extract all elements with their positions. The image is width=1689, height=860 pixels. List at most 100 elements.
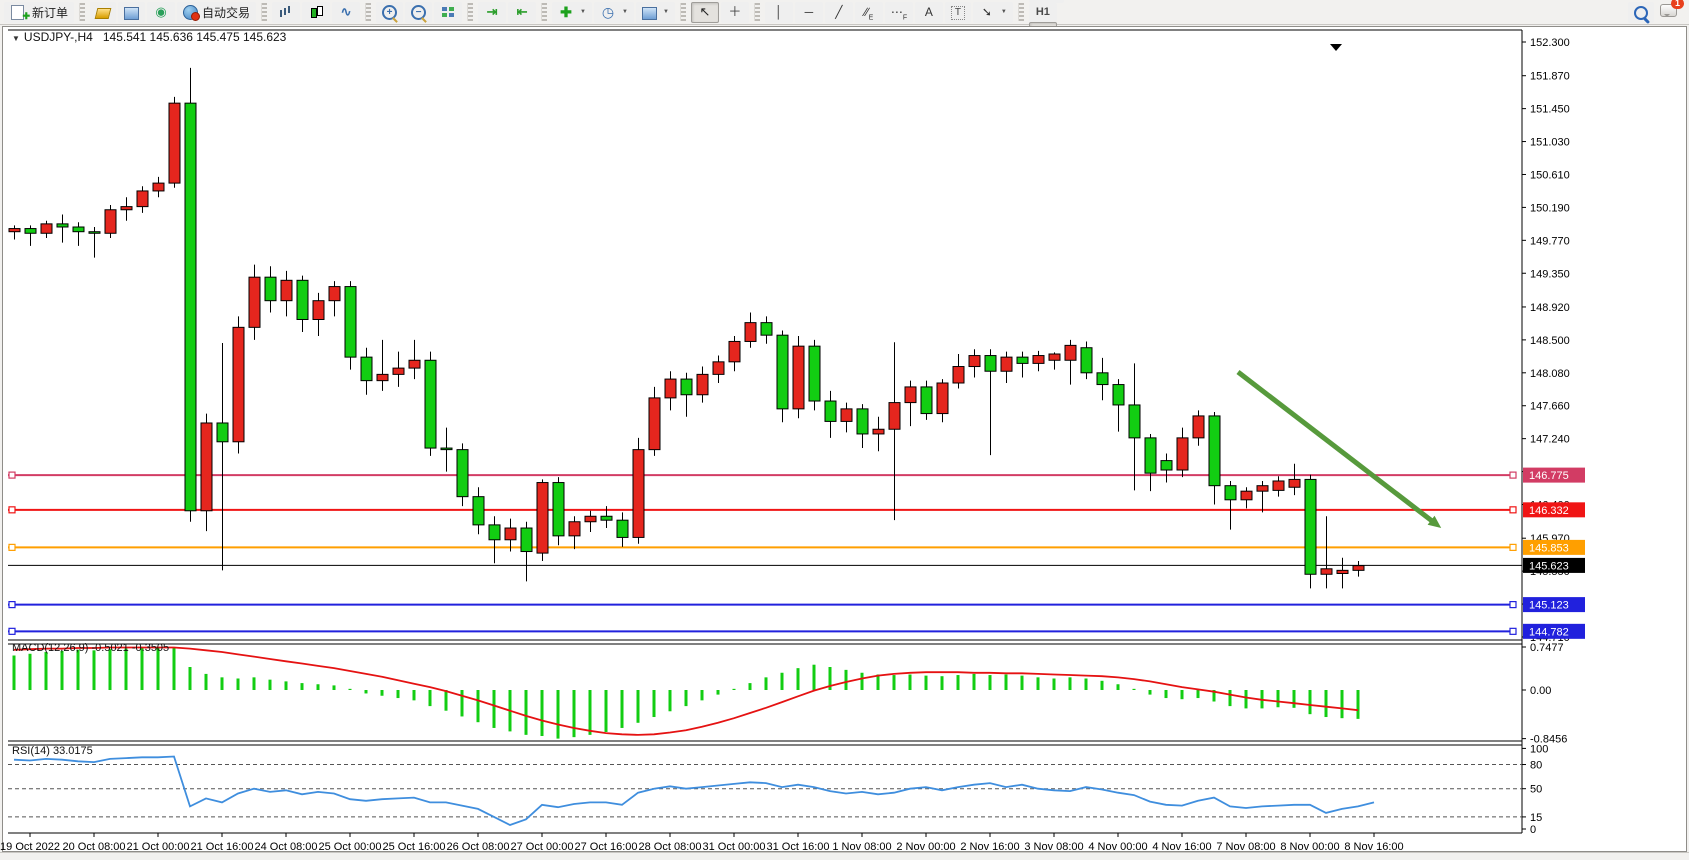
candle	[1321, 569, 1332, 574]
candlestick-button[interactable]	[302, 2, 330, 23]
candle	[697, 374, 708, 394]
search-button[interactable]	[1628, 2, 1654, 23]
data-window-button[interactable]	[118, 2, 145, 23]
text-tool-button[interactable]: A	[915, 2, 943, 23]
svg-text:144.782: 144.782	[1529, 626, 1569, 638]
candle	[793, 346, 804, 409]
trend-arrow[interactable]	[1238, 372, 1433, 522]
chart-shift-icon: ⇤	[514, 4, 530, 20]
chevron-down-icon: ▼	[622, 9, 628, 15]
mt4-window: 新订单 ◉ 自动交易 ∿ + − ⇥ ⇤ ✚▼ ◷▼ ▼ ↖ ＋ │ ─ ╱ ∕…	[0, 0, 1689, 860]
candle	[1049, 354, 1060, 360]
auto-scroll-button[interactable]: ⇥	[478, 2, 506, 23]
candle	[1161, 461, 1172, 470]
tile-windows-button[interactable]	[434, 2, 462, 23]
candle	[921, 387, 932, 414]
signals-button[interactable]: ◉	[147, 2, 175, 23]
new-order-icon	[11, 5, 24, 20]
candle	[441, 448, 452, 450]
toolbar-grip	[680, 3, 686, 21]
candle	[873, 429, 884, 434]
candle	[953, 367, 964, 383]
svg-text:146.775: 146.775	[1529, 470, 1569, 482]
candle	[1353, 566, 1364, 571]
candle	[153, 183, 164, 191]
zoom-in-button[interactable]: +	[376, 2, 403, 23]
candle	[681, 379, 692, 395]
chat-button[interactable]: 1	[1660, 2, 1677, 22]
candle	[1193, 416, 1204, 438]
chart-canvas[interactable]: 152.300151.870151.450151.030150.610150.1…	[0, 24, 1689, 860]
candle	[825, 401, 836, 421]
market-watch-icon	[95, 8, 112, 19]
horizontal-line-tool-button[interactable]: ─	[795, 2, 823, 23]
line-chart-button[interactable]: ∿	[332, 2, 360, 23]
candle	[937, 383, 948, 414]
tile-windows-icon	[440, 4, 456, 20]
new-order-label: 新订单	[32, 4, 68, 21]
bar-chart-icon	[278, 4, 294, 20]
toolbar-right-group: 1	[1628, 2, 1685, 23]
candle	[57, 224, 68, 227]
chart-ohlc: 145.541 145.636 145.475 145.623	[103, 30, 287, 44]
candle	[457, 450, 468, 497]
bar-chart-button[interactable]	[272, 2, 300, 23]
channel-tool-button[interactable]: ⋯F	[885, 2, 913, 23]
candle	[89, 232, 100, 234]
svg-text:0.7477: 0.7477	[1530, 642, 1564, 654]
auto-trading-icon	[183, 5, 198, 20]
main-toolbar: 新订单 ◉ 自动交易 ∿ + − ⇥ ⇤ ✚▼ ◷▼ ▼ ↖ ＋ │ ─ ╱ ∕…	[0, 0, 1689, 25]
crosshair-tool-button[interactable]: ＋	[721, 2, 749, 23]
data-window-icon	[124, 7, 139, 20]
macd-pane	[13, 647, 1360, 739]
new-order-button[interactable]: 新订单	[4, 2, 74, 23]
vertical-line-tool-button[interactable]: │	[765, 2, 793, 23]
rsi-indicator-label: RSI(14) 33.0175	[12, 745, 93, 757]
svg-text:151.870: 151.870	[1530, 71, 1570, 83]
svg-text:50: 50	[1530, 784, 1542, 796]
periods-button[interactable]: ◷▼	[594, 2, 634, 23]
candle	[169, 103, 180, 183]
price-badges: 146.775146.332145.853145.123144.782145.6…	[1523, 468, 1585, 639]
macd-name: MACD(12,26,9)	[12, 642, 88, 654]
candle	[1129, 405, 1140, 438]
macd-value-main: -0.5021	[91, 642, 128, 654]
candle	[537, 483, 548, 554]
candle	[425, 360, 436, 448]
tab-timeframe-h1[interactable]: H1	[1029, 3, 1057, 22]
clock-icon: ◷	[600, 4, 616, 20]
candle	[1113, 385, 1124, 405]
label-tool-button[interactable]: T	[945, 2, 971, 23]
candle	[185, 103, 196, 511]
candle	[569, 522, 580, 536]
candle	[313, 301, 324, 320]
candle	[857, 409, 868, 434]
cursor-icon: ↖	[697, 4, 713, 20]
chart-shift-button[interactable]: ⇤	[508, 2, 536, 23]
candle	[249, 277, 260, 327]
candle	[729, 341, 740, 361]
templates-button[interactable]: ▼	[636, 2, 675, 23]
trendline-tool-button[interactable]: ╱	[825, 2, 853, 23]
candle	[1065, 345, 1076, 360]
svg-text:146.332: 146.332	[1529, 505, 1569, 517]
arrows-tool-button[interactable]: ➘▼	[973, 2, 1013, 23]
market-watch-button[interactable]	[90, 2, 116, 23]
toolbar-grip	[79, 3, 85, 21]
zoom-out-button[interactable]: −	[405, 2, 432, 23]
auto-trading-button[interactable]: 自动交易	[177, 2, 256, 23]
cursor-tool-button[interactable]: ↖	[691, 2, 719, 23]
toolbar-grip	[467, 3, 473, 21]
chart-title: ▼USDJPY-,H4145.541 145.636 145.475 145.6…	[12, 30, 286, 44]
chevron-down-icon: ▼	[663, 9, 669, 15]
label-tool-icon: T	[951, 6, 965, 20]
fibonacci-tool-button[interactable]: ∕∕E	[855, 2, 883, 23]
svg-text:149.770: 149.770	[1530, 235, 1570, 247]
svg-text:145.853: 145.853	[1529, 542, 1569, 554]
svg-text:148.080: 148.080	[1530, 368, 1570, 380]
toolbar-grip	[261, 3, 267, 21]
candle	[761, 323, 772, 336]
candle	[905, 387, 916, 403]
indicators-button[interactable]: ✚▼	[552, 2, 592, 23]
candle	[361, 357, 372, 381]
